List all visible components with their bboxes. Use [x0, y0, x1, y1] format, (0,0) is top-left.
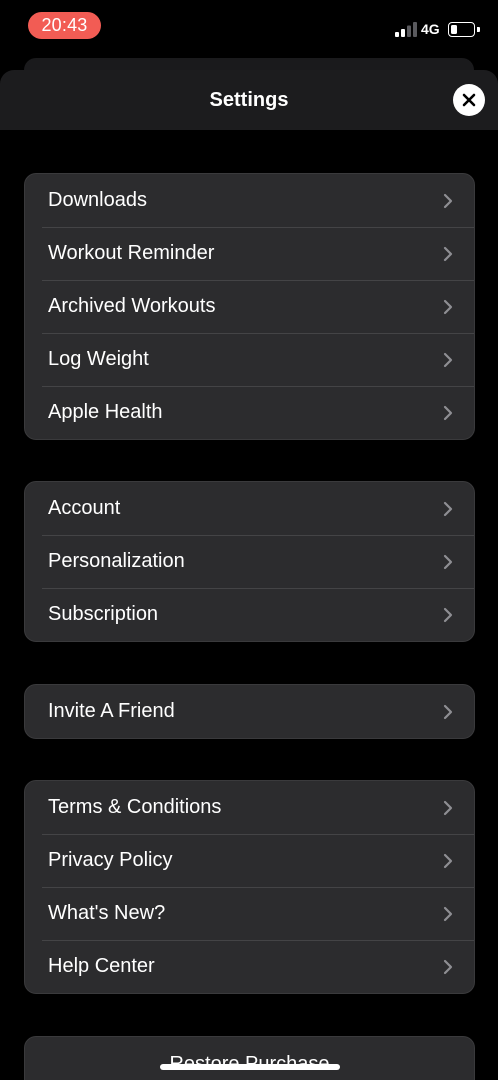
chevron-right-icon — [443, 906, 453, 921]
battery-level-fill — [451, 25, 458, 34]
sheet-header: Settings — [0, 70, 498, 130]
settings-row-label: Subscription — [48, 603, 159, 625]
group-invite: Invite A Friend — [24, 684, 475, 739]
chevron-right-icon — [443, 501, 453, 516]
settings-row-label: Terms & Conditions — [48, 796, 222, 818]
group-info: Terms & Conditions Privacy Policy What's N… — [24, 780, 475, 994]
settings-row-label: Downloads — [48, 189, 147, 211]
settings-row-invite-a-friend[interactable]: Invite A Friend — [25, 685, 474, 738]
settings-screen: 20:43 4G Settings Downloads Workout Remin… — [0, 0, 498, 1080]
settings-row-help-center[interactable]: Help Center — [25, 940, 474, 993]
settings-row-account[interactable]: Account — [25, 482, 474, 535]
settings-row-workout-reminder[interactable]: Workout Reminder — [25, 227, 474, 280]
chevron-right-icon — [443, 246, 453, 261]
settings-row-label: Log Weight — [48, 348, 149, 370]
settings-row-label: Personalization — [48, 550, 185, 572]
settings-row-label: Workout Reminder — [48, 242, 215, 264]
settings-row-label: Apple Health — [48, 401, 163, 423]
chevron-right-icon — [443, 352, 453, 367]
network-type: 4G — [421, 21, 440, 37]
settings-row-personalization[interactable]: Personalization — [25, 535, 474, 588]
settings-row-privacy-policy[interactable]: Privacy Policy — [25, 834, 474, 887]
battery-icon — [448, 22, 475, 37]
status-bar: 20:43 4G — [0, 0, 498, 54]
settings-row-log-weight[interactable]: Log Weight — [25, 333, 474, 386]
settings-row-terms-conditions[interactable]: Terms & Conditions — [25, 781, 474, 834]
settings-row-label: Help Center — [48, 955, 155, 977]
chevron-right-icon — [443, 193, 453, 208]
home-indicator[interactable] — [160, 1064, 340, 1070]
close-button[interactable] — [453, 84, 485, 116]
settings-row-label: Account — [48, 497, 121, 519]
status-time[interactable]: 20:43 — [28, 12, 101, 39]
battery-cap — [477, 27, 480, 32]
chevron-right-icon — [443, 853, 453, 868]
settings-row-what-s-new[interactable]: What's New? — [25, 887, 474, 940]
settings-row-archived-workouts[interactable]: Archived Workouts — [25, 280, 474, 333]
group-media: Downloads Workout Reminder Archived Workou… — [24, 173, 475, 440]
chevron-right-icon — [443, 405, 453, 420]
settings-row-downloads[interactable]: Downloads — [25, 174, 474, 227]
chevron-right-icon — [443, 299, 453, 314]
close-icon — [462, 93, 476, 107]
cellular-signal-icon — [395, 22, 417, 37]
chevron-right-icon — [443, 704, 453, 719]
chevron-right-icon — [443, 607, 453, 622]
group-account: Account Personalization Subscription — [24, 481, 475, 642]
settings-row-label: Privacy Policy — [48, 849, 173, 871]
settings-row-label: What's New? — [48, 902, 166, 924]
chevron-right-icon — [443, 800, 453, 815]
settings-row-apple-health[interactable]: Apple Health — [25, 386, 474, 439]
settings-row-subscription[interactable]: Subscription — [25, 588, 474, 641]
chevron-right-icon — [443, 554, 453, 569]
settings-row-label: Archived Workouts — [48, 295, 216, 317]
chevron-right-icon — [443, 959, 453, 974]
restore-purchase-button[interactable]: Restore Purchase — [24, 1036, 475, 1080]
settings-row-label: Invite A Friend — [48, 700, 175, 722]
page-title: Settings — [209, 88, 289, 111]
